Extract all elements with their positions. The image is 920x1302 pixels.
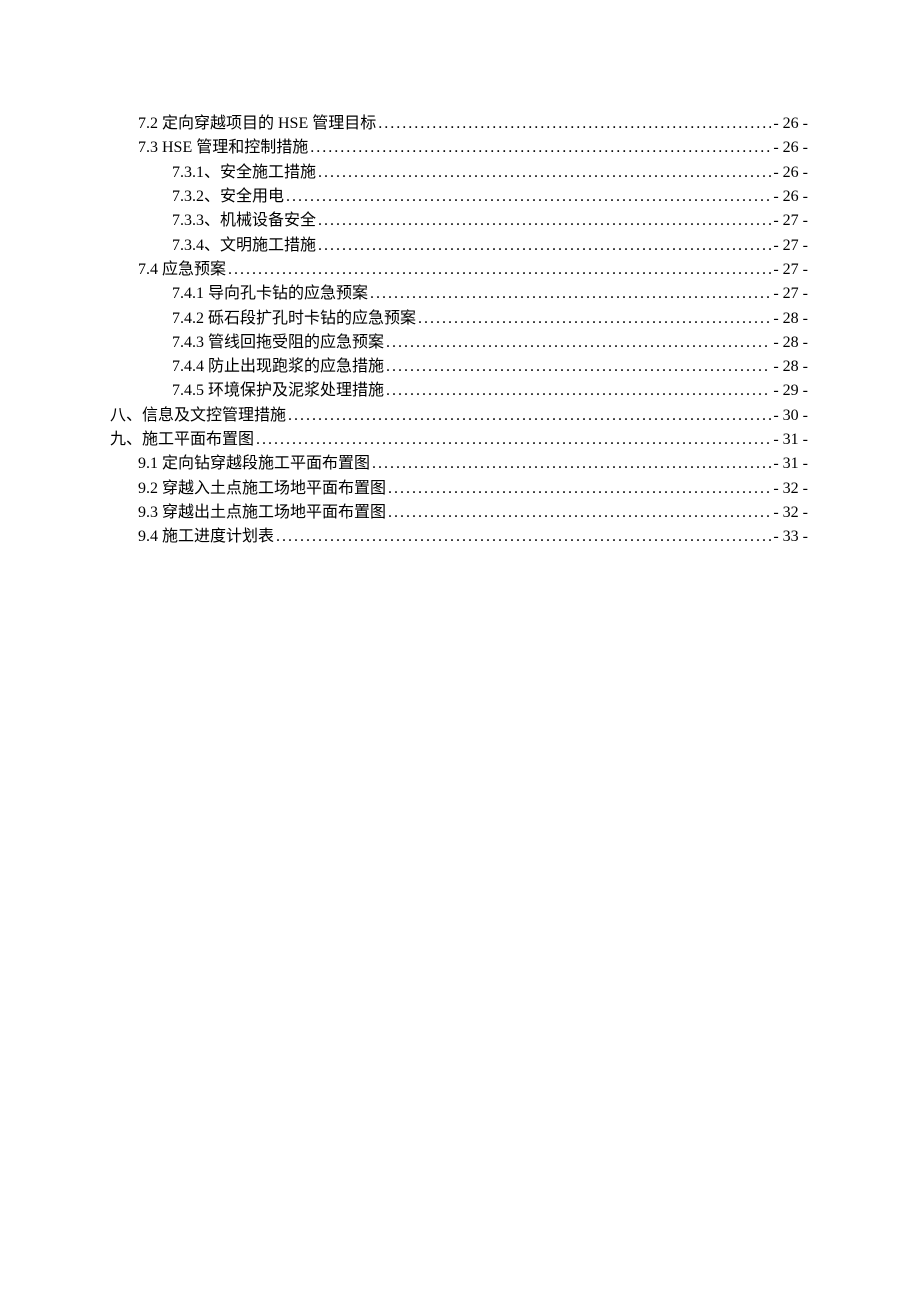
toc-entry-label: 7.3.3、机械设备安全 [172, 209, 316, 233]
toc-entry-label: 9.2 穿越入土点施工场地平面布置图 [138, 477, 386, 501]
toc-entry: 7.3.4、文明施工措施 - 27 - [110, 234, 808, 258]
toc-leader-dots [376, 112, 771, 136]
toc-entry-label: 7.4.5 环境保护及泥浆处理措施 [172, 379, 384, 403]
toc-entry: 9.2 穿越入土点施工场地平面布置图 - 32 - [110, 477, 808, 501]
toc-entry-label: 7.3.1、安全施工措施 [172, 161, 316, 185]
toc-entry-label: 7.2 定向穿越项目的 HSE 管理目标 [138, 112, 376, 136]
toc-entry: 9.3 穿越出土点施工场地平面布置图 - 32 - [110, 501, 808, 525]
toc-entry-page: - 27 - [771, 234, 808, 258]
toc-entry-page: - 26 - [771, 161, 808, 185]
toc-entry: 9.1 定向钻穿越段施工平面布置图 - 31 - [110, 452, 808, 476]
toc-entry-label: 9.1 定向钻穿越段施工平面布置图 [138, 452, 370, 476]
toc-entry-label: 九、施工平面布置图 [110, 428, 254, 452]
toc-entry-page: - 30 - [771, 404, 808, 428]
toc-entry: 7.3.1、安全施工措施 - 26 - [110, 161, 808, 185]
toc-leader-dots [386, 501, 771, 525]
toc-entry: 9.4 施工进度计划表 - 33 - [110, 525, 808, 549]
toc-entry-page: - 28 - [771, 307, 808, 331]
toc-leader-dots [368, 282, 771, 306]
toc-entry: 7.2 定向穿越项目的 HSE 管理目标 - 26 - [110, 112, 808, 136]
toc-entry: 7.4.2 砾石段扩孔时卡钻的应急预案 - 28 - [110, 307, 808, 331]
toc-entry: 7.4.3 管线回拖受阻的应急预案 - 28 - [110, 331, 808, 355]
toc-leader-dots [384, 355, 771, 379]
toc-entry-page: - 28 - [771, 355, 808, 379]
toc-entry: 7.3 HSE 管理和控制措施 - 26 - [110, 136, 808, 160]
toc-leader-dots [416, 307, 771, 331]
toc-entry: 7.4.5 环境保护及泥浆处理措施 - 29 - [110, 379, 808, 403]
toc-entry-label: 7.4.3 管线回拖受阻的应急预案 [172, 331, 384, 355]
toc-entry-label: 7.3.4、文明施工措施 [172, 234, 316, 258]
toc-entry: 九、施工平面布置图 - 31 - [110, 428, 808, 452]
toc-entry-label: 7.3 HSE 管理和控制措施 [138, 136, 308, 160]
toc-leader-dots [316, 234, 771, 258]
toc-entry: 7.4 应急预案 - 27 - [110, 258, 808, 282]
toc-entry-page: - 27 - [771, 258, 808, 282]
toc-leader-dots [254, 428, 771, 452]
toc-entry: 7.3.3、机械设备安全 - 27 - [110, 209, 808, 233]
toc-leader-dots [226, 258, 771, 282]
toc-entry-page: - 32 - [771, 477, 808, 501]
toc-entry-label: 7.4.4 防止出现跑浆的应急措施 [172, 355, 384, 379]
toc-leader-dots [308, 136, 771, 160]
toc-leader-dots [284, 185, 771, 209]
toc-entry-label: 7.4 应急预案 [138, 258, 226, 282]
table-of-contents: 7.2 定向穿越项目的 HSE 管理目标- 26 -7.3 HSE 管理和控制措… [110, 112, 808, 550]
toc-entry-page: - 31 - [771, 452, 808, 476]
toc-entry-page: - 26 - [771, 185, 808, 209]
toc-leader-dots [384, 379, 771, 403]
toc-leader-dots [370, 452, 771, 476]
toc-leader-dots [384, 331, 771, 355]
toc-entry-label: 9.3 穿越出土点施工场地平面布置图 [138, 501, 386, 525]
toc-entry: 7.4.1 导向孔卡钻的应急预案 - 27 - [110, 282, 808, 306]
toc-entry-label: 9.4 施工进度计划表 [138, 525, 274, 549]
toc-leader-dots [286, 404, 771, 428]
toc-leader-dots [316, 209, 771, 233]
toc-entry-page: - 29 - [771, 379, 808, 403]
toc-entry-label: 7.4.1 导向孔卡钻的应急预案 [172, 282, 368, 306]
toc-entry: 八、信息及文控管理措施 - 30 - [110, 404, 808, 428]
toc-leader-dots [386, 477, 771, 501]
toc-entry-page: - 26 - [771, 136, 808, 160]
toc-entry-page: - 33 - [771, 525, 808, 549]
toc-entry-page: - 26 - [771, 112, 808, 136]
toc-entry-page: - 31 - [771, 428, 808, 452]
toc-entry-page: - 32 - [771, 501, 808, 525]
toc-entry-page: - 27 - [771, 209, 808, 233]
toc-leader-dots [274, 525, 771, 549]
toc-entry: 7.4.4 防止出现跑浆的应急措施 - 28 - [110, 355, 808, 379]
toc-entry: 7.3.2、安全用电 - 26 - [110, 185, 808, 209]
toc-entry-page: - 27 - [771, 282, 808, 306]
toc-entry-label: 八、信息及文控管理措施 [110, 404, 286, 428]
toc-leader-dots [316, 161, 771, 185]
toc-entry-page: - 28 - [771, 331, 808, 355]
toc-entry-label: 7.4.2 砾石段扩孔时卡钻的应急预案 [172, 307, 416, 331]
toc-entry-label: 7.3.2、安全用电 [172, 185, 284, 209]
